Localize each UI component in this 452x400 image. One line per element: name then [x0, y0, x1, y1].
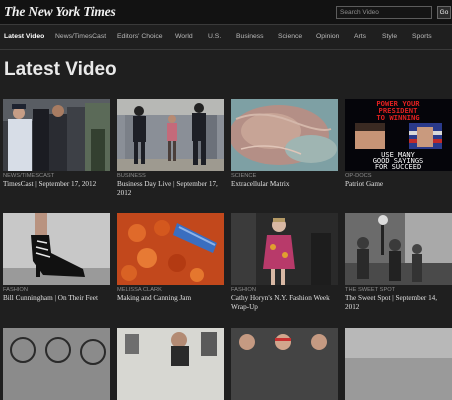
video-category: BUSINESS — [117, 173, 146, 179]
video-category: MELISSA CLARK — [117, 287, 162, 293]
nav-science[interactable]: Science — [278, 33, 302, 40]
nav-opinion[interactable]: Opinion — [316, 33, 339, 40]
game-line-3: TO WINNING — [376, 113, 419, 122]
nav-world[interactable]: World — [175, 33, 193, 40]
video-thumbnail-extracellular-matrix[interactable] — [231, 99, 338, 171]
video-title[interactable]: Bill Cunningham | On Their Feet — [3, 294, 111, 303]
video-title[interactable]: TimesCast | September 17, 2012 — [3, 180, 111, 189]
video-thumbnail-canning-jam[interactable] — [117, 213, 224, 285]
video-title[interactable]: Cathy Horyn's N.Y. Fashion Week Wrap-Up — [231, 294, 339, 312]
video-title[interactable]: Patriot Game — [345, 180, 452, 189]
video-category: FASHION — [3, 287, 28, 293]
search-input[interactable] — [336, 6, 432, 19]
video-thumbnail-fashion-week[interactable] — [231, 213, 338, 285]
video-title[interactable]: Extracellular Matrix — [231, 180, 339, 189]
video-thumbnail-sweet-spot[interactable] — [345, 213, 452, 285]
video-thumbnail-business-day[interactable] — [117, 99, 224, 171]
video-thumbnail-row3-2[interactable] — [117, 328, 224, 400]
video-title[interactable]: Business Day Live | September 17, 2012 — [117, 180, 225, 198]
nav-news-timescast[interactable]: News/TimesCast — [55, 33, 106, 40]
nyt-logo[interactable]: The New York Times — [4, 4, 116, 20]
video-thumbnail-row3-4[interactable] — [345, 328, 452, 400]
game-line-6: FOR SUCCEED — [375, 163, 421, 171]
site-header: The New York Times Go — [0, 0, 452, 25]
video-category: SCIENCE — [231, 173, 257, 179]
video-category: FASHION — [231, 287, 256, 293]
video-category: NEWS/TIMESCAST — [3, 173, 55, 179]
video-category: THE SWEET SPOT — [345, 287, 396, 293]
video-category: OP-DOCS — [345, 173, 372, 179]
nav-editors-choice[interactable]: Editors' Choice — [117, 33, 163, 40]
video-title[interactable]: The Sweet Spot | September 14, 2012 — [345, 294, 452, 312]
video-title[interactable]: Making and Canning Jam — [117, 294, 225, 303]
video-thumbnail-patriot-game[interactable]: POWER YOUR PRESIDENT TO WINNING USE MANY… — [345, 99, 452, 171]
go-button[interactable]: Go — [437, 6, 451, 19]
video-thumbnail-row3-1[interactable] — [3, 328, 110, 400]
nav-sports[interactable]: Sports — [412, 33, 432, 40]
video-thumbnail-timescast[interactable] — [3, 99, 110, 171]
page-title: Latest Video — [4, 59, 117, 80]
video-thumbnail-bill-cunningham[interactable] — [3, 213, 110, 285]
nav-latest-video[interactable]: Latest Video — [4, 33, 44, 40]
section-nav: Latest Video News/TimesCast Editors' Cho… — [0, 25, 452, 50]
nav-arts[interactable]: Arts — [354, 33, 366, 40]
nav-style[interactable]: Style — [382, 33, 397, 40]
nav-business[interactable]: Business — [236, 33, 264, 40]
nav-us[interactable]: U.S. — [208, 33, 221, 40]
video-thumbnail-row3-3[interactable] — [231, 328, 338, 400]
